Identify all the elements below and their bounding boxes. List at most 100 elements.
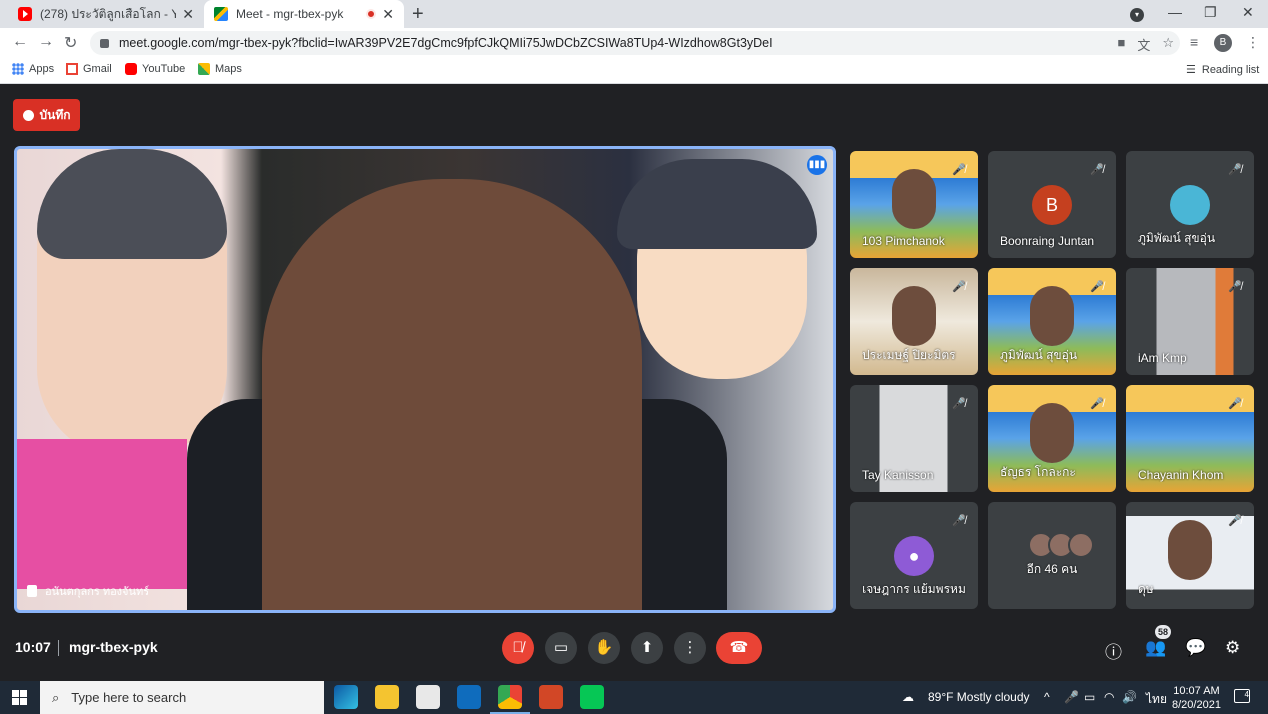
meeting-details-icon[interactable]: ⓘ (1105, 638, 1122, 663)
mic-off-icon: 🎤̸ (1090, 164, 1104, 176)
pin-icon[interactable] (27, 585, 37, 597)
mic-off-icon: 🎤̸ (1090, 281, 1104, 293)
search-icon: ⌕ (52, 689, 60, 705)
close-icon[interactable]: ✕ (182, 6, 194, 23)
translate-icon[interactable]: 文 (1137, 35, 1150, 54)
apps-grid-icon (12, 63, 24, 75)
mic-off-icon: 🎤̸ (1228, 281, 1242, 293)
people-icon[interactable]: 👥 (1145, 638, 1166, 658)
bookmark-label: Gmail (83, 63, 112, 75)
recording-indicator-icon (366, 9, 377, 19)
search-placeholder: Type here to search (71, 690, 187, 705)
tab-title: (278) ประวัติลูกเสือโลก - YouTube (40, 6, 177, 21)
battery-icon[interactable]: ▭ (1084, 690, 1095, 704)
participant-grid: 🎤̸ 103 Pimchanok B 🎤̸ Boonraing Juntan 🎤… (850, 151, 1256, 611)
speaker-head (262, 179, 642, 610)
clock-time: 10:07 AM (1173, 685, 1220, 697)
wifi-icon[interactable]: ◠ (1104, 690, 1114, 704)
browser-toolbar: ← → ↻ meet.google.com/mgr-tbex-pyk?fbcli… (0, 28, 1268, 58)
youtube-icon (18, 7, 32, 21)
camera-toggle-button[interactable]: ▭ (545, 632, 577, 664)
chrome-icon[interactable] (498, 685, 522, 709)
youtube-icon (125, 63, 137, 75)
participant-tile[interactable]: 🎤̸ 103 Pimchanok (850, 151, 978, 258)
main-speaker-label: อนันตกุลกร ทองจันทร์ (27, 582, 149, 600)
address-bar[interactable]: meet.google.com/mgr-tbex-pyk?fbclid=IwAR… (90, 31, 1180, 55)
participant-name: ธัญธร โกละกะ (1000, 465, 1076, 479)
bookmark-maps[interactable]: Maps (198, 63, 242, 75)
taskbar-search[interactable]: ⌕ Type here to search (40, 681, 324, 714)
meeting-code: mgr-tbex-pyk (69, 639, 158, 655)
participant-tile[interactable]: B 🎤̸ Boonraing Juntan (988, 151, 1116, 258)
tab-meet[interactable]: Meet - mgr-tbex-pyk ✕ (204, 0, 404, 28)
gmail-icon (66, 63, 78, 75)
powerpoint-icon[interactable] (539, 685, 563, 709)
mail-icon[interactable] (457, 685, 481, 709)
participant-tile[interactable]: 🎤̸ ดุษ (1126, 502, 1254, 609)
participant-tile[interactable]: 🎤̸ Tay Kanisson (850, 385, 978, 492)
new-tab-button[interactable]: + (412, 3, 424, 26)
tab-title: Meet - mgr-tbex-pyk (236, 7, 344, 21)
forward-button[interactable]: → (38, 33, 54, 51)
system-clock[interactable]: 10:07 AM 8/20/2021 (1172, 684, 1221, 712)
menu-icon[interactable]: ⋮ (1246, 34, 1260, 51)
lock-icon (100, 38, 109, 48)
participant-tile[interactable]: ● 🎤̸ เจษฎากร แย้มพรหม (850, 502, 978, 609)
bookmark-youtube[interactable]: YouTube (125, 63, 185, 75)
participant-tile[interactable]: 🎤̸ ประเมษฐ์ ปิยะมิตร (850, 268, 978, 375)
mic-off-icon: 🎤̸ (952, 398, 966, 410)
tab-youtube[interactable]: (278) ประวัติลูกเสือโลก - YouTube ✕ (8, 0, 204, 28)
file-explorer-icon[interactable] (375, 685, 399, 709)
participant-tile[interactable]: 🎤̸ ภูมิพัฒน์ สุขอุ่น (988, 268, 1116, 375)
tab-search-icon[interactable]: ▾ (1130, 8, 1144, 22)
participant-tile[interactable]: 🎤̸ ธัญธร โกละกะ (988, 385, 1116, 492)
participant-tile[interactable]: 🎤̸ ภูมิพัฒน์ สุขอุ่น (1126, 151, 1254, 258)
bookmark-label: YouTube (142, 63, 186, 75)
profile-avatar[interactable]: B (1214, 34, 1232, 52)
camera-icon[interactable]: ■ (1117, 35, 1125, 54)
mic-off-icon: 🎤̸ (952, 515, 966, 527)
store-icon[interactable] (416, 685, 440, 709)
reading-list-button[interactable]: ☰ Reading list (1186, 63, 1260, 77)
reading-list-label: Reading list (1201, 63, 1260, 76)
present-screen-button[interactable]: ⬆ (631, 632, 663, 664)
media-control-icon[interactable]: ≡ (1190, 34, 1198, 50)
mic-off-icon: 🎤̸ (1228, 398, 1242, 410)
more-participants-tile[interactable]: อีก 46 คน (988, 502, 1116, 609)
bookmark-gmail[interactable]: Gmail (66, 63, 112, 75)
participant-video (1030, 286, 1074, 346)
reload-button[interactable]: ↻ (64, 33, 77, 53)
raise-hand-button[interactable]: ✋ (588, 632, 620, 664)
tray-chevron-icon[interactable]: ^ (1044, 690, 1050, 704)
main-speaker-video[interactable]: ▮▮▮ อนันตกุลกร ทองจันทร์ (14, 146, 836, 613)
mic-toggle-button[interactable]: 🎙̸ (502, 632, 534, 664)
participant-tile[interactable]: 🎤̸ iAm Kmp (1126, 268, 1254, 375)
participant-tile[interactable]: 🎤̸ Chayanin Khom (1126, 385, 1254, 492)
weather-text[interactable]: 89°F Mostly cloudy (928, 690, 1030, 704)
mic-tray-icon[interactable]: 🎤 (1064, 690, 1079, 704)
minimize-button[interactable]: — (1168, 4, 1182, 20)
record-dot-icon (22, 109, 34, 121)
volume-icon[interactable]: 🔊 (1122, 690, 1137, 704)
restore-button[interactable]: ❐ (1204, 4, 1217, 21)
bookmark-star-icon[interactable]: ☆ (1162, 35, 1174, 54)
window-close-button[interactable]: ✕ (1242, 4, 1254, 21)
bookmark-apps[interactable]: Apps (12, 63, 54, 75)
close-icon[interactable]: ✕ (382, 6, 394, 23)
windows-start-icon[interactable] (12, 690, 27, 705)
edge-icon[interactable] (334, 685, 358, 709)
line-icon[interactable] (580, 685, 604, 709)
activities-icon[interactable]: ⚙ (1225, 638, 1240, 658)
main-speaker-name: อนันตกุลกร ทองจันทร์ (45, 586, 150, 598)
clock-date: 8/20/2021 (1172, 699, 1221, 711)
chat-icon[interactable]: 💬 (1185, 638, 1206, 658)
recording-button[interactable]: บันทึก (13, 99, 80, 131)
leave-call-button[interactable]: ☎ (716, 632, 762, 664)
back-button[interactable]: ← (12, 33, 28, 51)
participant-name: ภูมิพัฒน์ สุขอุ่น (1000, 348, 1078, 362)
language-indicator[interactable]: ไทย (1146, 690, 1167, 709)
weather-icon[interactable]: ☁ (902, 690, 914, 704)
participant-name: Boonraing Juntan (1000, 234, 1095, 248)
more-options-button[interactable]: ⋮ (674, 632, 706, 664)
notification-center-icon[interactable]: 4 (1234, 689, 1250, 703)
